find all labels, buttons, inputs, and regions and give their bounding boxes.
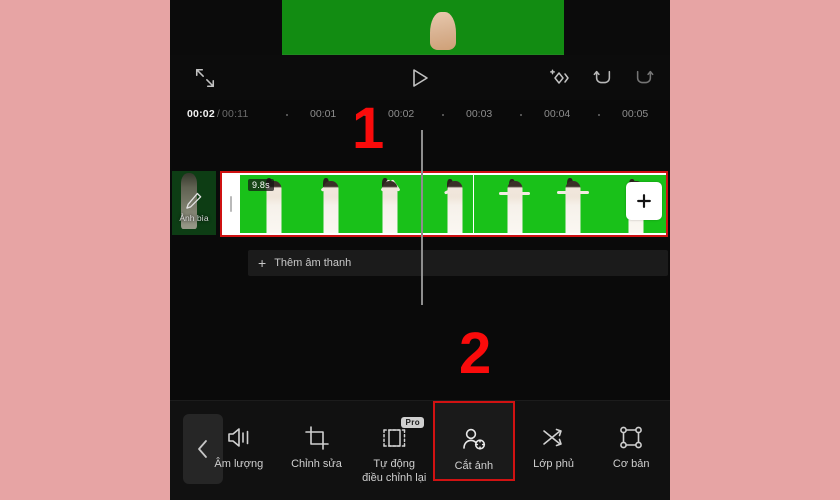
ruler-tick: 00:01 — [310, 108, 337, 120]
frame-subject — [507, 181, 523, 233]
tool-label: Lớp phủ — [533, 458, 574, 470]
frame-subject — [323, 181, 339, 233]
timeline-tracks: Ảnh bìa 9.8s + Thêm âm thanh — [170, 130, 670, 305]
player-control-bar — [170, 55, 670, 100]
video-preview-area — [170, 0, 670, 56]
redo-icon[interactable] — [631, 65, 657, 91]
filmstrip-frame — [422, 175, 484, 233]
plus-icon: + — [258, 255, 267, 271]
frame-subject — [382, 181, 398, 233]
tool-auto-reframe[interactable]: Pro Tự động điều chỉnh lại — [355, 411, 433, 491]
pencil-icon — [186, 192, 202, 209]
tool-cutout[interactable]: Cắt ảnh — [433, 401, 515, 481]
ruler-dot — [520, 114, 522, 116]
ruler-tick: 00:04 — [544, 108, 571, 120]
ruler-tick: 00:02 — [388, 108, 415, 120]
filmstrip-frame — [361, 175, 423, 233]
keyframe-icon[interactable] — [545, 65, 573, 91]
total-time: 00:11 — [221, 108, 249, 120]
time-separator: / — [216, 108, 220, 120]
clip-duration-badge: 9.8s — [248, 179, 274, 191]
ruler-dot — [442, 114, 444, 116]
timeline-ruler[interactable]: 00:02/00:11 00:01 00:02 00:03 00:04 00:0… — [170, 100, 670, 130]
pro-badge: Pro — [401, 417, 425, 428]
cover-image-label: Ảnh bìa — [179, 213, 209, 223]
add-clip-button[interactable] — [626, 182, 662, 220]
time-readout: 00:02/00:11 — [187, 108, 248, 120]
clip-filmstrip — [240, 175, 666, 233]
play-icon[interactable] — [407, 65, 433, 91]
bottom-toolbar: Âm lượng Chỉnh sửa Pro Tự động điều chỉn… — [170, 400, 670, 500]
playhead[interactable] — [421, 130, 423, 305]
video-preview[interactable] — [282, 0, 564, 55]
tool-volume[interactable]: Âm lượng — [200, 411, 278, 491]
filmstrip-frame — [300, 175, 362, 233]
tool-basic[interactable]: Cơ bản — [592, 411, 670, 491]
filmstrip-frame — [544, 175, 606, 233]
clip-split-line — [473, 173, 474, 235]
clip-trim-handle-left[interactable] — [222, 173, 240, 235]
video-clip[interactable]: 9.8s — [222, 173, 666, 235]
cover-image-thumbnail[interactable]: Ảnh bìa — [172, 171, 216, 235]
frame-subject — [565, 181, 581, 233]
cutout-person-icon — [460, 423, 488, 453]
ruler-dot — [286, 114, 288, 116]
phone-screen: 00:02/00:11 00:01 00:02 00:03 00:04 00:0… — [170, 0, 670, 500]
tool-label: Tự động điều chỉnh lại — [362, 458, 427, 484]
crop-icon — [304, 421, 330, 451]
tool-edit[interactable]: Chỉnh sửa — [278, 411, 356, 491]
ruler-dot — [598, 114, 600, 116]
undo-icon[interactable] — [590, 65, 616, 91]
frame-subject — [447, 181, 463, 233]
add-audio-label: Thêm âm thanh — [274, 257, 352, 269]
ruler-tick: 00:03 — [466, 108, 493, 120]
basic-shape-icon — [618, 421, 644, 451]
preview-subject — [430, 12, 456, 50]
annotation-marker-2: 2 — [459, 321, 492, 386]
ruler-tick: 00:05 — [622, 108, 649, 120]
tool-list: Âm lượng Chỉnh sửa Pro Tự động điều chỉn… — [200, 401, 670, 491]
tool-overlay[interactable]: Lớp phủ — [515, 411, 593, 491]
tool-label: Âm lượng — [214, 458, 264, 470]
tool-label: Cơ bản — [612, 458, 650, 470]
tool-label: Cắt ảnh — [454, 460, 494, 472]
annotation-marker-1: 1 — [352, 96, 385, 161]
volume-icon — [225, 421, 253, 451]
add-audio-track[interactable]: + Thêm âm thanh — [248, 250, 668, 276]
current-time: 00:02 — [187, 108, 215, 120]
shuffle-icon — [540, 421, 568, 451]
tool-label: Chỉnh sửa — [291, 458, 342, 470]
fullscreen-icon[interactable] — [192, 65, 218, 91]
filmstrip-frame — [483, 175, 545, 233]
